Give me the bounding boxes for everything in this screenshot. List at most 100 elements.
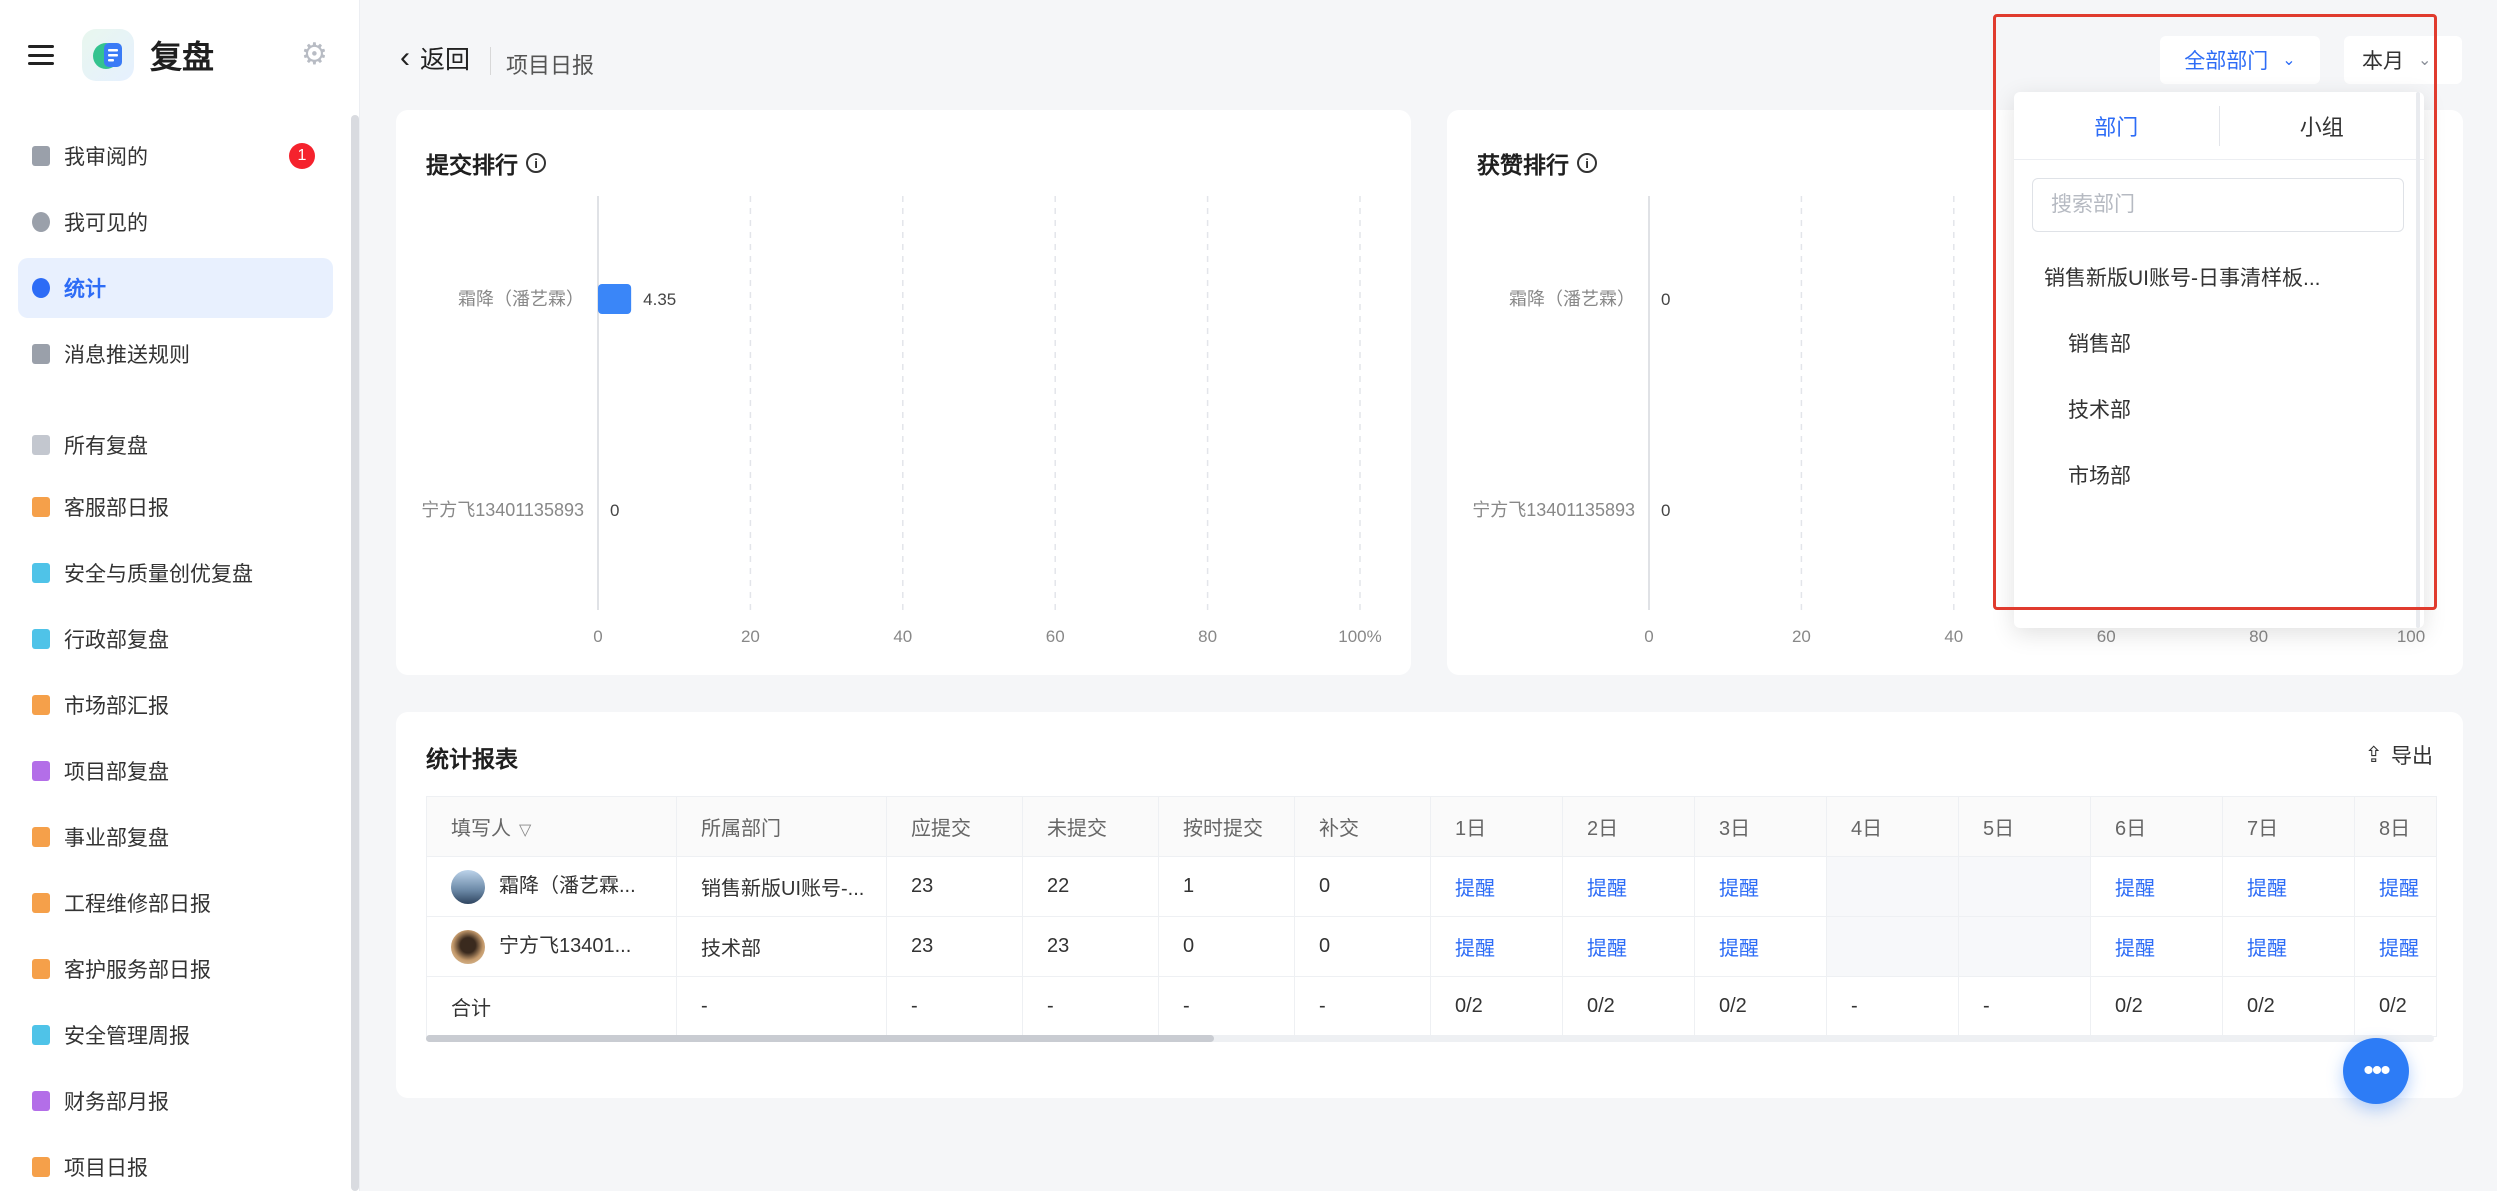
chevron-down-icon: ⌄ <box>2418 52 2432 69</box>
cell-late: - <box>1294 976 1431 1037</box>
more-actions-button[interactable]: ••• <box>2343 1038 2409 1104</box>
tab-department[interactable]: 部门 <box>2014 110 2219 142</box>
sidebar-item-label: 客护服务部日报 <box>64 959 211 982</box>
info-icon[interactable]: i <box>1577 153 1597 173</box>
x-tick-label: 20 <box>1792 627 1811 646</box>
column-header-label: 未提交 <box>1047 818 1107 840</box>
column-header-label: 8日 <box>2379 818 2411 840</box>
column-header-label: 5日 <box>1983 818 2015 840</box>
report-book-icon <box>32 1157 50 1177</box>
cell-department: - <box>676 976 887 1037</box>
sidebar-report-item[interactable]: 行政部复盘 <box>18 609 333 669</box>
cell-missing: 22 <box>1022 856 1159 917</box>
dropdown-scrollbar[interactable] <box>2416 92 2420 628</box>
report-book-icon <box>32 1025 50 1045</box>
sidebar-item-label: 市场部汇报 <box>64 695 169 718</box>
back-button[interactable]: ‹ 返回 <box>400 40 470 76</box>
x-tick-label: 40 <box>893 627 912 646</box>
cell-day-empty <box>1958 856 2091 917</box>
period-filter-label: 本月 <box>2362 50 2404 73</box>
remind-link[interactable]: 提醒 <box>1562 856 1695 917</box>
dropdown-item-root-dept[interactable]: 销售新版UI账号-日事清样板... <box>2044 262 2321 292</box>
cell-ontime: 1 <box>1158 856 1295 917</box>
period-filter-button[interactable]: 本月 ⌄ <box>2344 36 2462 84</box>
y-category-label: 霜降（潘艺霖） <box>458 289 584 309</box>
cell-due: - <box>886 976 1023 1037</box>
x-tick-label: 0 <box>593 627 602 646</box>
department-filter-label: 全部部门 <box>2184 50 2269 73</box>
cell-late: 0 <box>1294 856 1431 917</box>
remind-link[interactable]: 提醒 <box>2222 916 2355 977</box>
app-title: 复盘 <box>150 39 215 75</box>
remind-link[interactable]: 提醒 <box>2222 856 2355 917</box>
back-label: 返回 <box>420 46 471 74</box>
sidebar-item-label: 安全管理周报 <box>64 1025 190 1048</box>
cell-name: 合计 <box>426 976 677 1037</box>
cell-due: 23 <box>886 856 1023 917</box>
sidebar-nav: 我审阅的 1 我可见的统计消息推送规则 所有复盘 客服部日报 安全与质量创优复盘行政部复盘… <box>0 110 359 1191</box>
column-header-label: 补交 <box>1319 818 1359 840</box>
info-icon[interactable]: i <box>526 153 546 173</box>
sidebar-report-item[interactable]: 客护服务部日报 <box>18 939 333 999</box>
sidebar-report-item[interactable]: 项目部复盘 <box>18 741 333 801</box>
sidebar-item-label: 我审阅的 <box>64 146 148 169</box>
report-title: 统计报表 <box>426 746 518 772</box>
column-header-label: 7日 <box>2247 818 2279 840</box>
column-header[interactable]: 填写人 ▽ <box>426 796 677 857</box>
column-header: 未提交 <box>1022 796 1159 857</box>
report-book-icon <box>32 959 50 979</box>
remind-link[interactable]: 提醒 <box>1562 916 1695 977</box>
report-book-icon <box>32 695 50 715</box>
remind-link[interactable]: 提醒 <box>1430 916 1563 977</box>
sidebar-report-item[interactable]: 财务部月报 <box>18 1071 333 1131</box>
sidebar-report-item[interactable]: 市场部汇报 <box>18 675 333 735</box>
export-button[interactable]: ⇪ 导出 <box>2365 740 2433 770</box>
submit-ranking-chart: 0 20 40 60 80 100% 霜降（潘艺霖） 4.35 宁方飞13401135893 0 <box>421 196 1382 646</box>
sidebar-report-item[interactable]: 事业部复盘 <box>18 807 333 867</box>
remind-link[interactable]: 提醒 <box>2090 856 2223 917</box>
sidebar-report-item[interactable]: 工程维修部日报 <box>18 873 333 933</box>
dropdown-item-marketing[interactable]: 市场部 <box>2068 460 2131 490</box>
remind-link[interactable]: 提醒 <box>1430 856 1563 917</box>
sidebar-item-stats[interactable]: 统计 <box>18 258 333 318</box>
department-search-input[interactable] <box>2032 178 2404 232</box>
edit-icon <box>32 344 50 364</box>
breadcrumb: 项目日报 <box>506 53 595 78</box>
sidebar-report-item[interactable]: 安全与质量创优复盘 <box>18 543 333 603</box>
bar-data-label: 0 <box>1661 290 1670 309</box>
report-book-icon <box>32 893 50 913</box>
sidebar-item-label: 项目部复盘 <box>64 761 169 784</box>
sidebar-item-label: 项目日报 <box>64 1157 148 1180</box>
table-body: 霜降（潘艺霖... 销售新版UI账号-... 23 22 1 0 提醒 提醒 提醒 提醒 提醒 提醒宁… <box>426 856 2437 1037</box>
remind-link[interactable]: 提醒 <box>2090 916 2223 977</box>
tab-group[interactable]: 小组 <box>2220 110 2425 142</box>
sidebar-item-label: 统计 <box>64 278 106 301</box>
remind-link[interactable]: 提醒 <box>1694 856 1827 917</box>
department-filter-button[interactable]: 全部部门 ⌄ <box>2160 36 2320 84</box>
remind-link[interactable]: 提醒 <box>2354 856 2437 917</box>
x-tick-label: 60 <box>1046 627 1065 646</box>
sidebar-report-item[interactable]: 安全管理周报 <box>18 1005 333 1065</box>
filter-icon[interactable]: ▽ <box>519 822 531 839</box>
sidebar-section-all-reports[interactable]: 所有复盘 <box>18 415 333 475</box>
sidebar-report-item[interactable]: 项目日报 <box>18 1137 333 1191</box>
column-header-label: 2日 <box>1587 818 1619 840</box>
remind-link[interactable]: 提醒 <box>2354 916 2437 977</box>
sidebar-item-visible[interactable]: 我可见的 <box>18 192 333 252</box>
gear-icon[interactable]: ⚙ <box>301 40 331 70</box>
cell-department: 销售新版UI账号-... <box>676 856 887 917</box>
sidebar-item-label: 行政部复盘 <box>64 629 169 652</box>
grid-icon <box>32 435 50 455</box>
remind-link[interactable]: 提醒 <box>1694 916 1827 977</box>
dropdown-item-tech[interactable]: 技术部 <box>2068 394 2131 424</box>
x-tick-label: 80 <box>1198 627 1217 646</box>
menu-icon[interactable] <box>28 45 54 65</box>
column-header: 应提交 <box>886 796 1023 857</box>
table-hscroll-thumb[interactable] <box>426 1035 1214 1042</box>
table-row: 合计 - - - - -0/2 0/2 0/2- -0/2 0/2 0/2 <box>426 976 2437 1037</box>
sidebar-report-item[interactable]: 客服部日报 <box>18 477 333 537</box>
dropdown-item-sales[interactable]: 销售部 <box>2068 328 2131 358</box>
sidebar-item-push-rules[interactable]: 消息推送规则 <box>18 324 333 384</box>
submit-ranking-title: 提交排行 i <box>426 146 546 180</box>
sidebar-item-review[interactable]: 我审阅的 1 <box>18 126 333 186</box>
